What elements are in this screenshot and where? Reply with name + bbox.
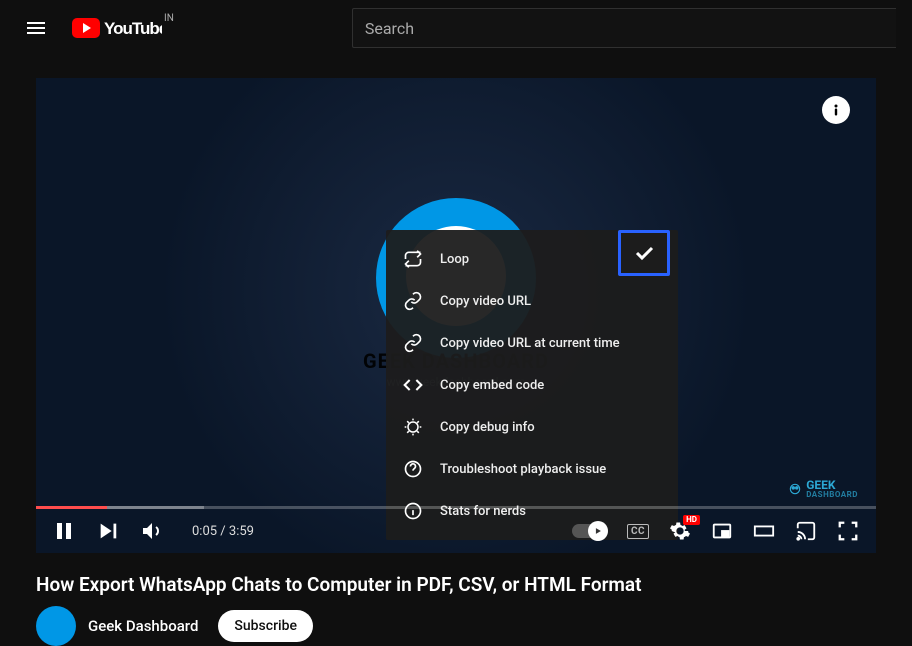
- ctx-label: Troubleshoot playback issue: [440, 462, 606, 477]
- autoplay-knob: [588, 521, 608, 541]
- cast-button[interactable]: [794, 519, 818, 543]
- corner-watermark: GEEK DASHBOARD: [788, 478, 858, 499]
- pause-button[interactable]: [52, 519, 76, 543]
- code-icon: [402, 374, 424, 396]
- corner-brand-sub: DASHBOARD: [806, 490, 858, 499]
- volume-button[interactable]: [140, 519, 164, 543]
- ctx-label: Copy embed code: [440, 378, 544, 393]
- channel-avatar[interactable]: [36, 606, 76, 646]
- player-controls: 0:05 / 3:59 CC HD: [36, 509, 876, 553]
- ctx-copy-url[interactable]: Copy video URL: [386, 280, 678, 322]
- search-input[interactable]: Search: [352, 8, 896, 48]
- ctx-label: Copy debug info: [440, 420, 535, 435]
- ctx-label: Copy video URL at current time: [440, 336, 620, 351]
- video-title: How Export WhatsApp Chats to Computer in…: [36, 573, 876, 596]
- search-placeholder: Search: [365, 19, 414, 38]
- next-button[interactable]: [96, 519, 120, 543]
- video-player[interactable]: GEEK DASHBOARD www.geekdashboard.com GEE…: [36, 78, 876, 553]
- time-display: 0:05 / 3:59: [192, 524, 254, 539]
- svg-text:YouTube: YouTube: [104, 19, 162, 38]
- link-icon: [402, 332, 424, 354]
- autoplay-toggle[interactable]: [572, 524, 608, 538]
- ctx-label: Loop: [440, 252, 469, 267]
- link-icon: [402, 290, 424, 312]
- info-button[interactable]: [822, 96, 850, 124]
- miniplayer-button[interactable]: [710, 519, 734, 543]
- subscribe-button[interactable]: Subscribe: [218, 610, 313, 642]
- ctx-copy-url-time[interactable]: Copy video URL at current time: [386, 322, 678, 364]
- bug-icon: [402, 416, 424, 438]
- subtitles-button[interactable]: CC: [626, 519, 650, 543]
- country-code: IN: [164, 13, 174, 24]
- ctx-troubleshoot[interactable]: Troubleshoot playback issue: [386, 448, 678, 490]
- fullscreen-button[interactable]: [836, 519, 860, 543]
- hd-badge: HD: [683, 515, 700, 525]
- youtube-logo[interactable]: YouTube IN: [72, 18, 172, 38]
- hamburger-menu[interactable]: [16, 8, 56, 48]
- check-icon: [632, 241, 656, 265]
- help-icon: [402, 458, 424, 480]
- channel-name[interactable]: Geek Dashboard: [88, 617, 198, 635]
- ctx-label: Copy video URL: [440, 294, 531, 309]
- settings-button[interactable]: HD: [668, 519, 692, 543]
- theater-button[interactable]: [752, 519, 776, 543]
- loop-icon: [402, 248, 424, 270]
- cc-label: CC: [627, 524, 649, 539]
- video-context-menu: Loop Copy video URL Copy video URL at cu…: [386, 230, 678, 540]
- ctx-copy-debug[interactable]: Copy debug info: [386, 406, 678, 448]
- ctx-copy-embed[interactable]: Copy embed code: [386, 364, 678, 406]
- loop-checkmark-highlight[interactable]: [618, 230, 670, 276]
